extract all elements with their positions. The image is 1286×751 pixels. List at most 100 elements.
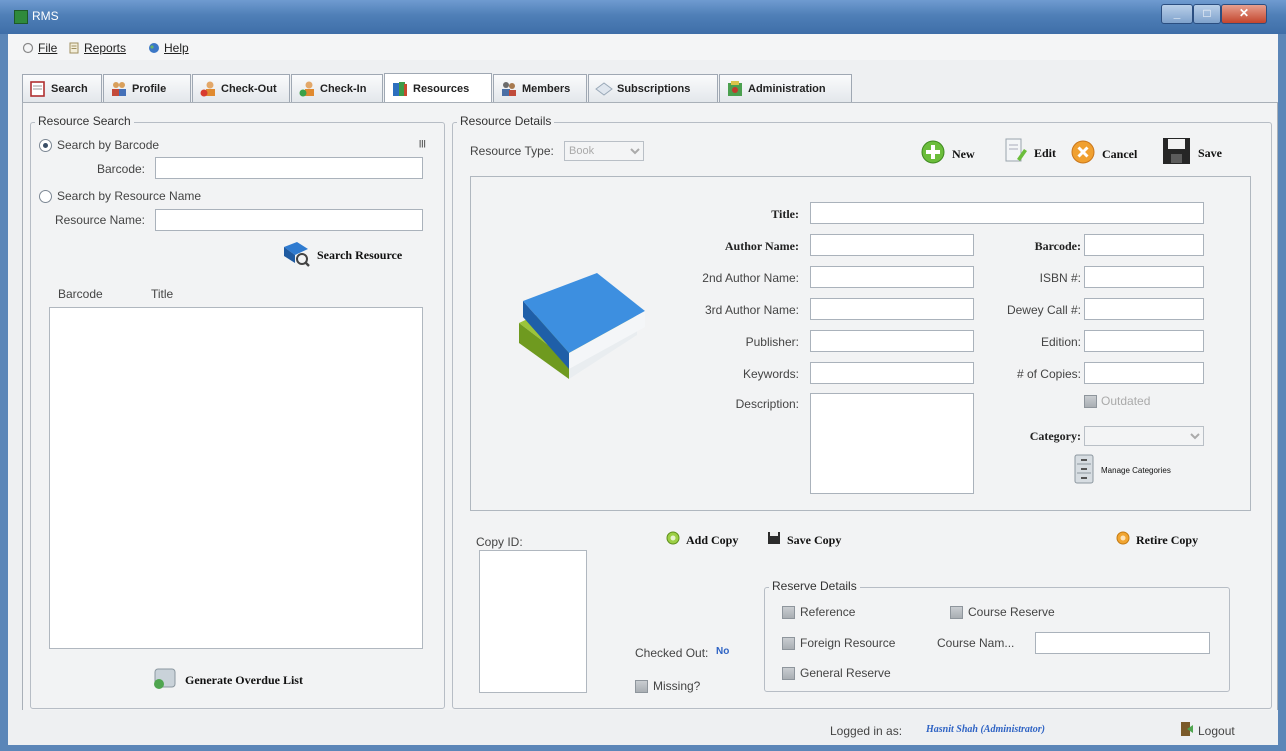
column-header-title: Title bbox=[151, 287, 174, 301]
foreign-resource-checkbox[interactable] bbox=[782, 637, 795, 650]
search-by-barcode-radio[interactable] bbox=[39, 139, 52, 152]
save-icon bbox=[1162, 137, 1192, 169]
author-name-input[interactable] bbox=[810, 234, 974, 256]
resource-details-legend: Resource Details bbox=[457, 114, 555, 128]
new-button-label: New bbox=[952, 146, 975, 161]
general-reserve-checkbox[interactable] bbox=[782, 667, 795, 680]
title-input[interactable] bbox=[810, 202, 1204, 224]
resources-icon bbox=[391, 80, 409, 98]
window-client: File Reports Help Search Profile Check-O… bbox=[8, 34, 1278, 745]
new-button[interactable]: New bbox=[920, 139, 975, 169]
menu-file-label: File bbox=[38, 41, 58, 55]
resource-type-select[interactable]: Book bbox=[564, 141, 644, 161]
edit-button[interactable]: Edit bbox=[1002, 137, 1056, 169]
retire-copy-button[interactable]: Retire Copy bbox=[1116, 531, 1198, 549]
dewey-label: Dewey Call #: bbox=[1006, 303, 1081, 317]
barcode-scan-icon: ||| bbox=[419, 139, 426, 148]
save-copy-label: Save Copy bbox=[787, 532, 842, 547]
resource-type-label: Resource Type: bbox=[470, 144, 554, 158]
app-icon bbox=[14, 10, 28, 24]
resource-name-input[interactable] bbox=[155, 209, 423, 231]
reference-checkbox[interactable] bbox=[782, 606, 795, 619]
search-by-barcode-label: Search by Barcode bbox=[57, 138, 160, 152]
dewey-input[interactable] bbox=[1084, 298, 1204, 320]
tab-resources[interactable]: Resources bbox=[384, 73, 492, 103]
keywords-input[interactable] bbox=[810, 362, 974, 384]
generate-overdue-button[interactable]: Generate Overdue List bbox=[151, 664, 303, 696]
barcode-search-input[interactable] bbox=[155, 157, 423, 179]
tab-administration[interactable]: Administration bbox=[719, 74, 852, 102]
third-author-label: 3rd Author Name: bbox=[704, 303, 799, 317]
copy-id-list[interactable] bbox=[479, 550, 587, 693]
search-resource-button[interactable]: Search Resource bbox=[281, 239, 402, 271]
search-by-name-radio[interactable] bbox=[39, 190, 52, 203]
reference-label: Reference bbox=[800, 605, 856, 619]
generate-overdue-label: Generate Overdue List bbox=[185, 672, 303, 687]
retire-copy-label: Retire Copy bbox=[1136, 532, 1199, 547]
manage-categories-button[interactable]: Manage Categories bbox=[1073, 453, 1171, 487]
tab-members[interactable]: Members bbox=[493, 74, 587, 102]
tab-check-out[interactable]: Check-Out bbox=[192, 74, 290, 102]
save-button[interactable]: Save bbox=[1162, 137, 1222, 169]
title-bar: RMS _ □ ✕ bbox=[0, 0, 1286, 34]
missing-checkbox[interactable] bbox=[635, 680, 648, 693]
tab-profile[interactable]: Profile bbox=[103, 74, 191, 102]
check-in-icon bbox=[298, 80, 316, 98]
copies-input[interactable] bbox=[1084, 362, 1204, 384]
logout-button[interactable]: Logout bbox=[1180, 721, 1235, 740]
course-name-input[interactable] bbox=[1035, 632, 1210, 654]
outdated-checkbox[interactable] bbox=[1084, 395, 1097, 408]
edition-input[interactable] bbox=[1084, 330, 1204, 352]
tab-check-out-label: Check-Out bbox=[221, 82, 277, 95]
missing-label: Missing? bbox=[653, 679, 701, 693]
edition-label: Edition: bbox=[1040, 335, 1081, 349]
search-results-list[interactable] bbox=[49, 307, 423, 649]
tab-subscriptions[interactable]: Subscriptions bbox=[588, 74, 718, 102]
course-name-label: Course Nam... bbox=[937, 636, 1015, 650]
description-textarea[interactable] bbox=[810, 393, 974, 494]
tab-administration-label: Administration bbox=[748, 82, 826, 95]
keywords-label: Keywords: bbox=[742, 367, 799, 381]
course-reserve-label: Course Reserve bbox=[968, 605, 1055, 619]
tab-subscriptions-label: Subscriptions bbox=[617, 82, 691, 95]
copies-label: # of Copies: bbox=[1016, 367, 1081, 381]
retire-copy-icon bbox=[1116, 531, 1130, 549]
isbn-input[interactable] bbox=[1084, 266, 1204, 288]
help-icon bbox=[148, 42, 160, 54]
search-resource-icon bbox=[281, 239, 311, 271]
add-icon bbox=[920, 139, 946, 169]
search-resource-label: Search Resource bbox=[317, 247, 403, 262]
tab-check-in[interactable]: Check-In bbox=[291, 74, 383, 102]
add-copy-button[interactable]: Add Copy bbox=[666, 531, 738, 549]
category-label: Category: bbox=[1029, 429, 1081, 443]
cabinet-icon bbox=[1073, 453, 1095, 487]
second-author-input[interactable] bbox=[810, 266, 974, 288]
logged-in-label: Logged in as: bbox=[830, 724, 903, 738]
minimize-button[interactable]: _ bbox=[1161, 4, 1193, 24]
resource-search-group: Resource Search Search by Barcode ||| Ba… bbox=[30, 114, 445, 709]
close-button[interactable]: ✕ bbox=[1221, 4, 1267, 24]
menu-bar: File Reports Help bbox=[8, 34, 1278, 60]
manage-categories-label: Manage Categories bbox=[1101, 465, 1171, 475]
menu-reports[interactable]: Reports bbox=[68, 40, 126, 56]
tab-search[interactable]: Search bbox=[22, 74, 102, 102]
course-reserve-checkbox[interactable] bbox=[950, 606, 963, 619]
third-author-input[interactable] bbox=[810, 298, 974, 320]
save-copy-button[interactable]: Save Copy bbox=[767, 531, 841, 549]
file-icon bbox=[22, 42, 34, 54]
barcode-detail-input[interactable] bbox=[1084, 234, 1204, 256]
maximize-button[interactable]: □ bbox=[1193, 4, 1221, 24]
menu-file[interactable]: File bbox=[22, 40, 57, 56]
isbn-label: ISBN #: bbox=[1039, 271, 1081, 285]
administration-icon bbox=[726, 80, 744, 98]
menu-help[interactable]: Help bbox=[148, 40, 189, 56]
publisher-input[interactable] bbox=[810, 330, 974, 352]
logged-in-user: Hasnit Shah (Administrator) bbox=[926, 724, 1045, 735]
tab-profile-label: Profile bbox=[132, 82, 167, 95]
second-author-label: 2nd Author Name: bbox=[702, 271, 799, 285]
add-copy-icon bbox=[666, 531, 680, 549]
category-select[interactable] bbox=[1084, 426, 1204, 446]
cancel-button[interactable]: Cancel bbox=[1070, 139, 1137, 169]
subscriptions-icon bbox=[595, 80, 613, 98]
tab-members-label: Members bbox=[522, 82, 571, 95]
